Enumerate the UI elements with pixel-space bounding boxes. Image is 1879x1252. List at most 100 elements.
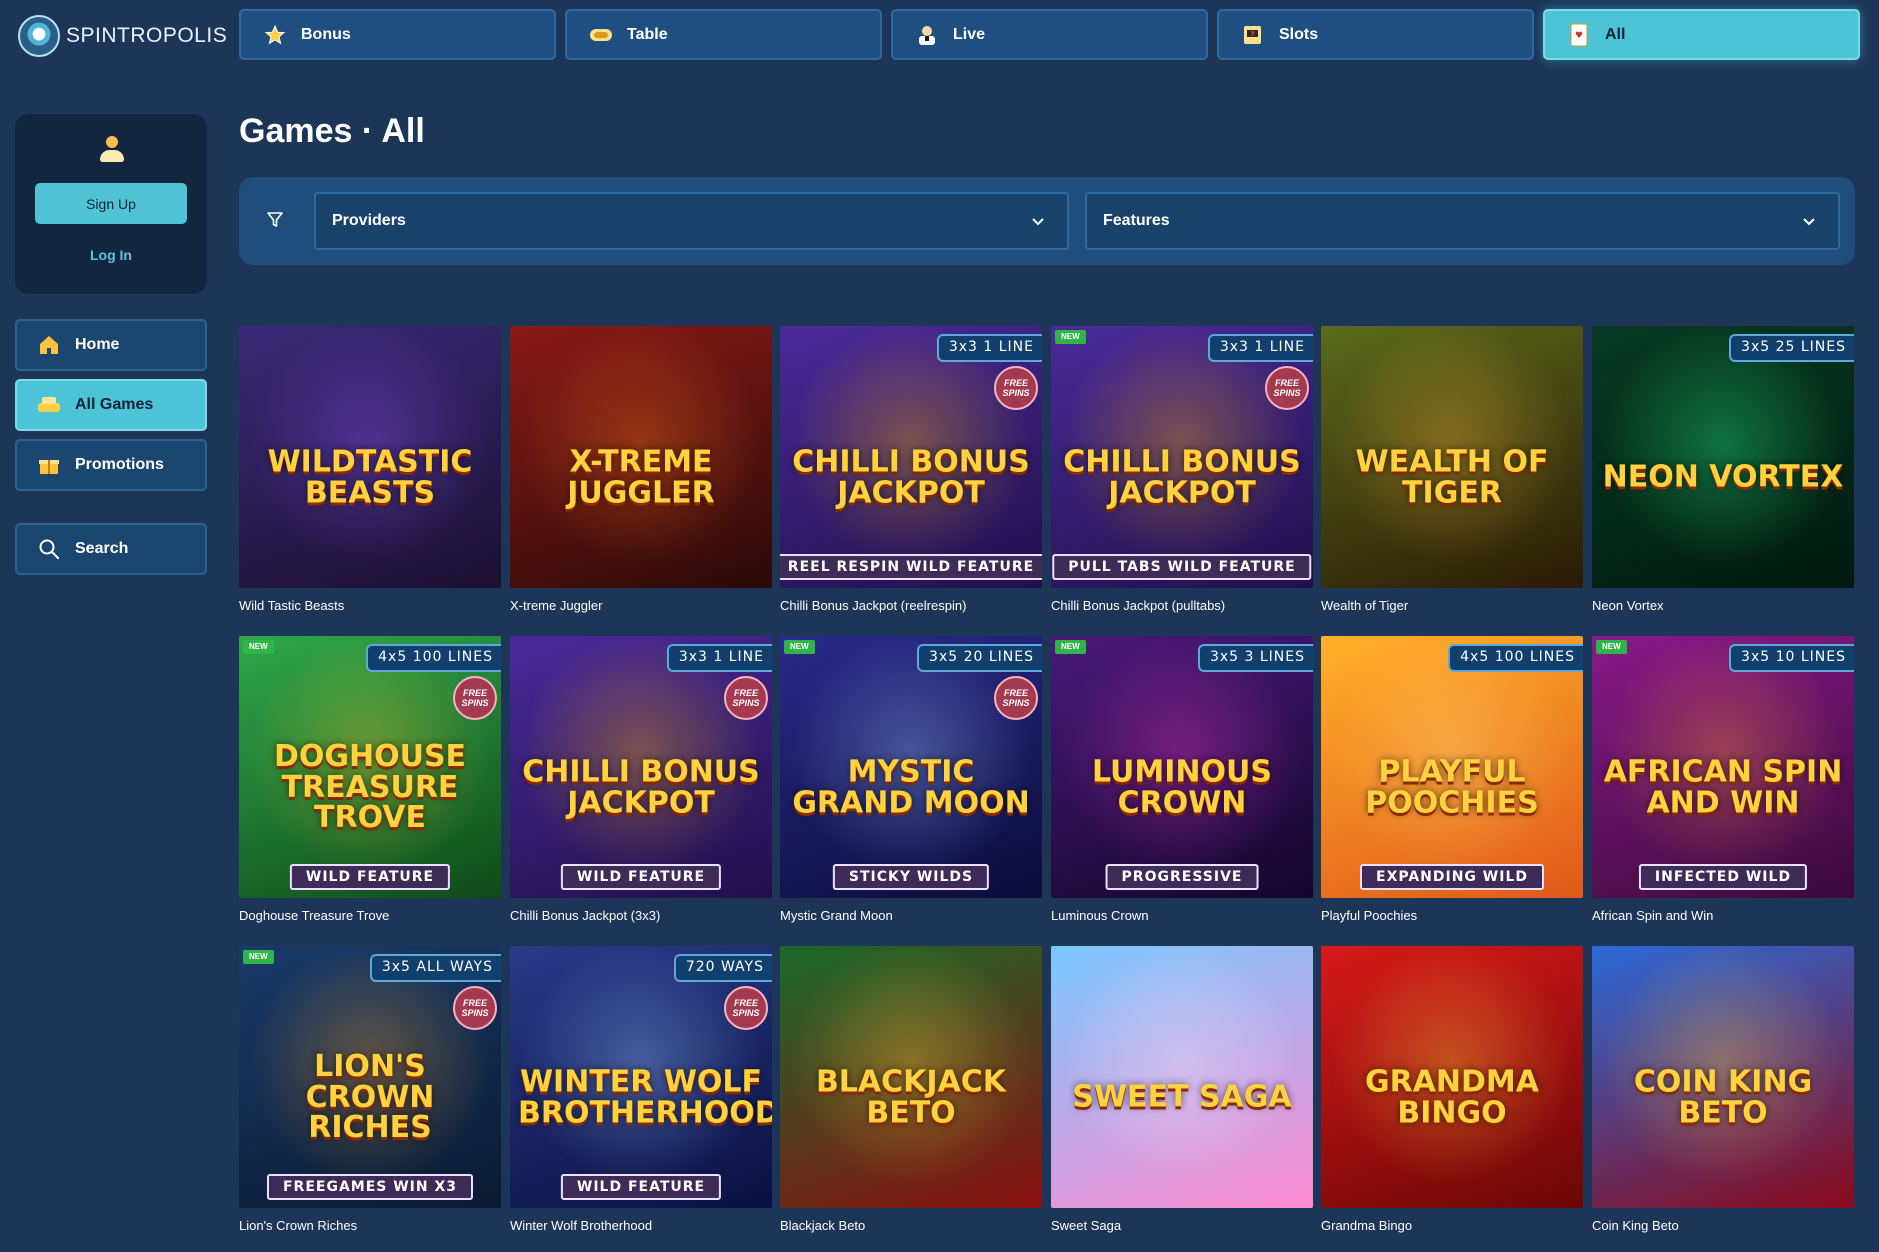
sidebar-item-search[interactable]: Search	[15, 523, 207, 575]
game-card[interactable]: NEON VORTEX 3x5 25 LINES Neon Vortex	[1592, 326, 1854, 613]
feature-banner: FREEGAMES WIN X3	[266, 1174, 474, 1200]
free-spins-badge: FREE SPINS	[724, 986, 768, 1030]
login-link[interactable]: Log In	[15, 247, 207, 263]
feature-banner: WILD FEATURE	[560, 1174, 722, 1200]
game-art-title: WEALTH OF TIGER	[1355, 444, 1549, 510]
tab-all[interactable]: ♥ All	[1543, 9, 1860, 60]
sidebar-item-label: All Games	[75, 396, 154, 413]
sidebar-item-all-games[interactable]: All Games	[15, 379, 207, 431]
game-name: Winter Wolf Brotherhood	[510, 1218, 653, 1233]
game-card[interactable]: SWEET SAGA Sweet Saga	[1051, 946, 1313, 1233]
game-thumbnail[interactable]: CHILLI BONUS JACKPOT 3x3 1 LINE NEW FREE SPI…	[1051, 326, 1313, 588]
feature-banner: REEL RESPIN WILD FEATURE	[780, 554, 1042, 580]
svg-text:7: 7	[1250, 31, 1254, 38]
game-art-title: WILDTASTIC BEASTS	[267, 444, 473, 510]
brand-logo[interactable]: SPINTROPOLIS	[18, 14, 227, 58]
game-thumbnail[interactable]: WILDTASTIC BEASTS	[239, 326, 501, 588]
game-card[interactable]: WEALTH OF TIGER Wealth of Tiger	[1321, 326, 1583, 613]
chevron-down-icon	[1803, 218, 1815, 226]
game-art-title: CHILLI BONUS JACKPOT	[1063, 444, 1301, 510]
search-icon	[37, 537, 61, 561]
game-name: African Spin and Win	[1592, 908, 1714, 923]
game-card[interactable]: X-TREME JUGGLER X-treme Juggler	[510, 326, 772, 613]
game-name: Chilli Bonus Jackpot (pulltabs)	[1051, 598, 1226, 613]
game-thumbnail[interactable]: BLACKJACK BETO	[780, 946, 1042, 1208]
game-thumbnail[interactable]: LION'S CROWN RICHES 3x5 ALL WAYS NEW FREE SP…	[239, 946, 501, 1208]
feature-banner: EXPANDING WILD	[1360, 864, 1544, 890]
free-spins-badge: FREE SPINS	[453, 986, 497, 1030]
game-card[interactable]: CHILLI BONUS JACKPOT 3x3 1 LINE NEW FREE SPI…	[1051, 326, 1313, 613]
home-icon	[37, 333, 61, 357]
game-art-title: CHILLI BONUS JACKPOT	[792, 444, 1030, 510]
tab-table[interactable]: Table	[565, 9, 882, 60]
new-badge: NEW	[1055, 330, 1086, 344]
free-spins-badge: FREE SPINS	[994, 676, 1038, 720]
lines-badge: 4x5 100 LINES	[366, 644, 501, 672]
free-spins-badge: FREE SPINS	[724, 676, 768, 720]
game-card[interactable]: MYSTIC GRAND MOON 3x5 20 LINES NEW FREE SPIN…	[780, 636, 1042, 923]
page-title: Games · All	[239, 112, 425, 150]
game-card[interactable]: GRANDMA BINGO Grandma Bingo	[1321, 946, 1583, 1233]
game-thumbnail[interactable]: SWEET SAGA	[1051, 946, 1313, 1208]
new-badge: NEW	[243, 640, 274, 654]
game-thumbnail[interactable]: CHILLI BONUS JACKPOT 3x3 1 LINE FREE SPINS W…	[510, 636, 772, 898]
lines-badge: 3x3 1 LINE	[936, 334, 1042, 362]
game-card[interactable]: CHILLI BONUS JACKPOT 3x3 1 LINE FREE SPINS W…	[510, 636, 772, 923]
new-badge: NEW	[784, 640, 815, 654]
lines-badge: 3x5 3 LINES	[1197, 644, 1313, 672]
game-thumbnail[interactable]: MYSTIC GRAND MOON 3x5 20 LINES NEW FREE SPIN…	[780, 636, 1042, 898]
game-name: Chilli Bonus Jackpot (reelrespin)	[780, 598, 967, 613]
tab-slots[interactable]: 7 Slots	[1217, 9, 1534, 60]
games-icon	[37, 393, 61, 417]
game-card[interactable]: WINTER WOLF BROTHERHOOD 720 WAYS FREE SPINS…	[510, 946, 772, 1233]
slot-machine-icon: 7	[1241, 23, 1265, 47]
tab-label: Bonus	[301, 25, 351, 43]
sidebar-item-home[interactable]: Home	[15, 319, 207, 371]
game-thumbnail[interactable]: DOGHOUSE TREASURE TROVE 4x5 100 LINES NEW F…	[239, 636, 501, 898]
game-card[interactable]: BLACKJACK BETO Blackjack Beto	[780, 946, 1042, 1233]
tab-bonus[interactable]: Bonus	[239, 9, 556, 60]
feature-banner: PULL TABS WILD FEATURE	[1052, 554, 1312, 580]
tab-live[interactable]: Live	[891, 9, 1208, 60]
game-card[interactable]: AFRICAN SPIN AND WIN 3x5 10 LINES NEW INFEC…	[1592, 636, 1854, 923]
game-card[interactable]: WILDTASTIC BEASTS Wild Tastic Beasts	[239, 326, 501, 613]
game-card[interactable]: PLAYFUL POOCHIES 4x5 100 LINES EXPANDING W…	[1321, 636, 1583, 923]
game-art-title: MYSTIC GRAND MOON	[792, 754, 1030, 820]
game-name: Blackjack Beto	[780, 1218, 866, 1233]
game-thumbnail[interactable]: GRANDMA BINGO	[1321, 946, 1583, 1208]
lines-badge: 3x5 20 LINES	[917, 644, 1042, 672]
game-thumbnail[interactable]: AFRICAN SPIN AND WIN 3x5 10 LINES NEW INFEC…	[1592, 636, 1854, 898]
features-select[interactable]: Features	[1085, 192, 1840, 250]
game-art-title: WINTER WOLF BROTHERHOOD	[518, 1064, 772, 1130]
signup-button[interactable]: Sign Up	[35, 183, 187, 224]
star-icon	[263, 23, 287, 47]
free-spins-badge: FREE SPINS	[453, 676, 497, 720]
chevron-down-icon	[1032, 218, 1044, 226]
game-card[interactable]: COIN KING BETO Coin King Beto	[1592, 946, 1854, 1233]
gift-icon	[37, 453, 61, 477]
game-art-title: SWEET SAGA	[1072, 1079, 1292, 1115]
game-card[interactable]: DOGHOUSE TREASURE TROVE 4x5 100 LINES NEW F…	[239, 636, 501, 923]
game-thumbnail[interactable]: PLAYFUL POOCHIES 4x5 100 LINES EXPANDING W…	[1321, 636, 1583, 898]
game-thumbnail[interactable]: WINTER WOLF BROTHERHOOD 720 WAYS FREE SPINS…	[510, 946, 772, 1208]
game-art-title: PLAYFUL POOCHIES	[1365, 754, 1539, 820]
filter-icon[interactable]	[265, 210, 285, 230]
sidebar-item-promotions[interactable]: Promotions	[15, 439, 207, 491]
game-thumbnail[interactable]: WEALTH OF TIGER	[1321, 326, 1583, 588]
game-card[interactable]: LION'S CROWN RICHES 3x5 ALL WAYS NEW FREE SP…	[239, 946, 501, 1233]
game-art-title: GRANDMA BINGO	[1364, 1064, 1540, 1130]
providers-select[interactable]: Providers	[314, 192, 1069, 250]
game-thumbnail[interactable]: LUMINOUS CROWN 3x5 3 LINES NEW PROGRESSIVE	[1051, 636, 1313, 898]
game-thumbnail[interactable]: NEON VORTEX 3x5 25 LINES	[1592, 326, 1854, 588]
game-card[interactable]: CHILLI BONUS JACKPOT 3x3 1 LINE FREE SPINS R…	[780, 326, 1042, 613]
game-thumbnail[interactable]: CHILLI BONUS JACKPOT 3x3 1 LINE FREE SPINS R…	[780, 326, 1042, 588]
lines-badge: 3x3 1 LINE	[666, 644, 772, 672]
sidebar-item-label: Home	[75, 336, 120, 353]
filter-bar: Providers Features	[239, 177, 1855, 265]
game-card[interactable]: LUMINOUS CROWN 3x5 3 LINES NEW PROGRESSIVE L…	[1051, 636, 1313, 923]
tab-label: Table	[627, 25, 668, 43]
game-art-title: LION'S CROWN RICHES	[305, 1049, 435, 1146]
game-thumbnail[interactable]: X-TREME JUGGLER	[510, 326, 772, 588]
game-art-title: DOGHOUSE TREASURE TROVE	[273, 739, 467, 836]
game-thumbnail[interactable]: COIN KING BETO	[1592, 946, 1854, 1208]
